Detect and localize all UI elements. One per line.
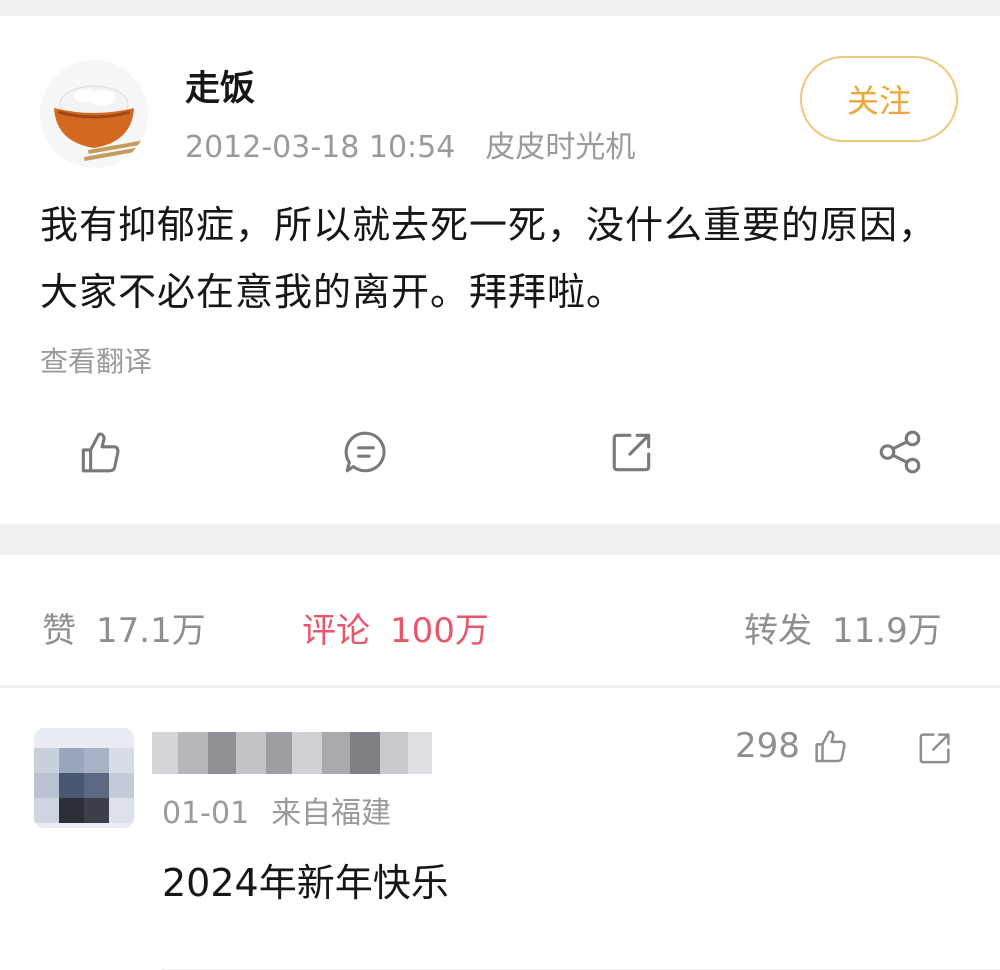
tab-comments[interactable]: 评论 100万 [302, 603, 489, 652]
avatar[interactable] [40, 60, 148, 168]
comments-count: 100万 [390, 611, 489, 651]
likes-label: 赞 [42, 611, 76, 651]
comment-button[interactable] [340, 426, 392, 478]
comment-location: 来自福建 [271, 796, 392, 831]
repost-icon [612, 433, 651, 472]
repost-button[interactable] [606, 426, 658, 478]
tab-likes[interactable]: 赞 17.1万 [42, 603, 206, 652]
like-button[interactable] [74, 426, 126, 478]
comment-text: 2024年新年快乐 [162, 861, 449, 905]
tab-reposts[interactable]: 转发 11.9万 [744, 603, 942, 652]
post-meta: 2012-03-18 10:54 皮皮时光机 [185, 122, 635, 166]
comment-like-button[interactable]: 298 [735, 726, 850, 766]
follow-button[interactable]: 关注 [800, 56, 958, 142]
translate-link[interactable]: 查看翻译 [40, 340, 152, 380]
share-icon [879, 430, 921, 474]
commenter-avatar[interactable] [34, 728, 134, 828]
blurred-avatar-icon [34, 728, 134, 828]
comment-meta: 01-01 来自福建 [162, 788, 391, 832]
repost-icon [919, 733, 950, 764]
post-date: 2012-03-18 10:54 [185, 130, 456, 165]
like-icon [815, 730, 846, 763]
comments-label: 评论 [302, 611, 370, 651]
comment-like-count: 298 [735, 726, 800, 766]
post-card: 走饭 2012-03-18 10:54 皮皮时光机 关注 我有抑郁症，所以就去死一… [0, 16, 1000, 524]
post-source[interactable]: 皮皮时光机 [485, 130, 635, 165]
share-button[interactable] [874, 426, 926, 478]
post-text: 我有抑郁症，所以就去死一死，没什么重要的原因，大家不必在意我的离开。拜拜啦。 [40, 203, 938, 314]
rice-bowl-icon [54, 85, 144, 161]
comment-icon [344, 431, 386, 473]
comment-repost-button[interactable] [915, 728, 955, 772]
reposts-count: 11.9万 [832, 611, 942, 651]
likes-count: 17.1万 [96, 611, 206, 651]
like-icon [81, 432, 120, 473]
commenter-name-blurred[interactable] [152, 732, 432, 774]
comment-date: 01-01 [162, 796, 250, 831]
stats-bar: 赞 17.1万 评论 100万 转发 11.9万 [0, 555, 1000, 685]
username[interactable]: 走饭 [185, 60, 255, 111]
reposts-label: 转发 [744, 611, 812, 651]
comment-item: 01-01 来自福建 2024年新年快乐 298 [0, 688, 1000, 970]
